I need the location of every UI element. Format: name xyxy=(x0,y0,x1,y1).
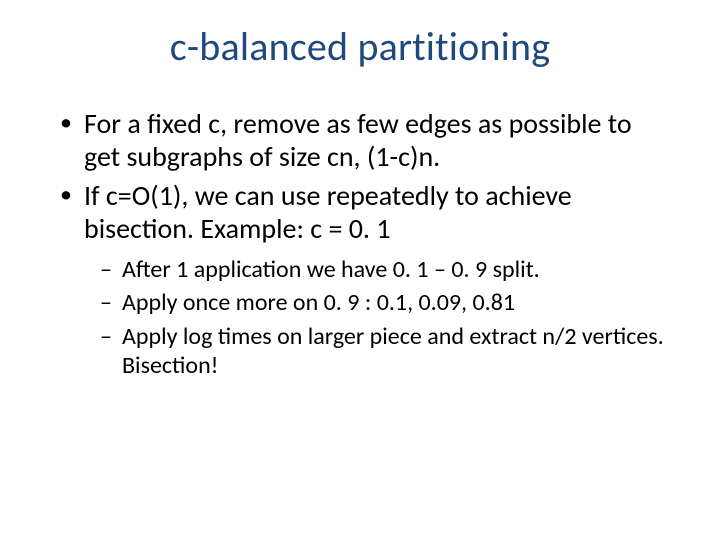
sub-bullet-text: Apply once more on 0. 9 : 0.1, 0.09, 0.8… xyxy=(122,288,515,317)
slide-title: c-balanced partitioning xyxy=(50,22,670,71)
sub-bullet-item: After 1 application we have 0. 1 – 0. 9 … xyxy=(98,255,670,284)
bullet-text: If c=O(1), we can use repeatedly to achi… xyxy=(84,178,572,246)
sub-bullet-text: After 1 application we have 0. 1 – 0. 9 … xyxy=(122,255,540,284)
bullet-list: For a fixed c, remove as few edges as po… xyxy=(56,107,670,380)
bullet-item: If c=O(1), we can use repeatedly to achi… xyxy=(56,179,670,380)
bullet-text: For a fixed c, remove as few edges as po… xyxy=(84,106,632,174)
sub-bullet-list: After 1 application we have 0. 1 – 0. 9 … xyxy=(98,255,670,380)
bullet-item: For a fixed c, remove as few edges as po… xyxy=(56,107,670,173)
sub-bullet-text: Apply log times on larger piece and extr… xyxy=(122,322,664,380)
slide: c-balanced partitioning For a fixed c, r… xyxy=(0,0,720,540)
sub-bullet-item: Apply log times on larger piece and extr… xyxy=(98,322,670,381)
sub-bullet-item: Apply once more on 0. 9 : 0.1, 0.09, 0.8… xyxy=(98,288,670,317)
